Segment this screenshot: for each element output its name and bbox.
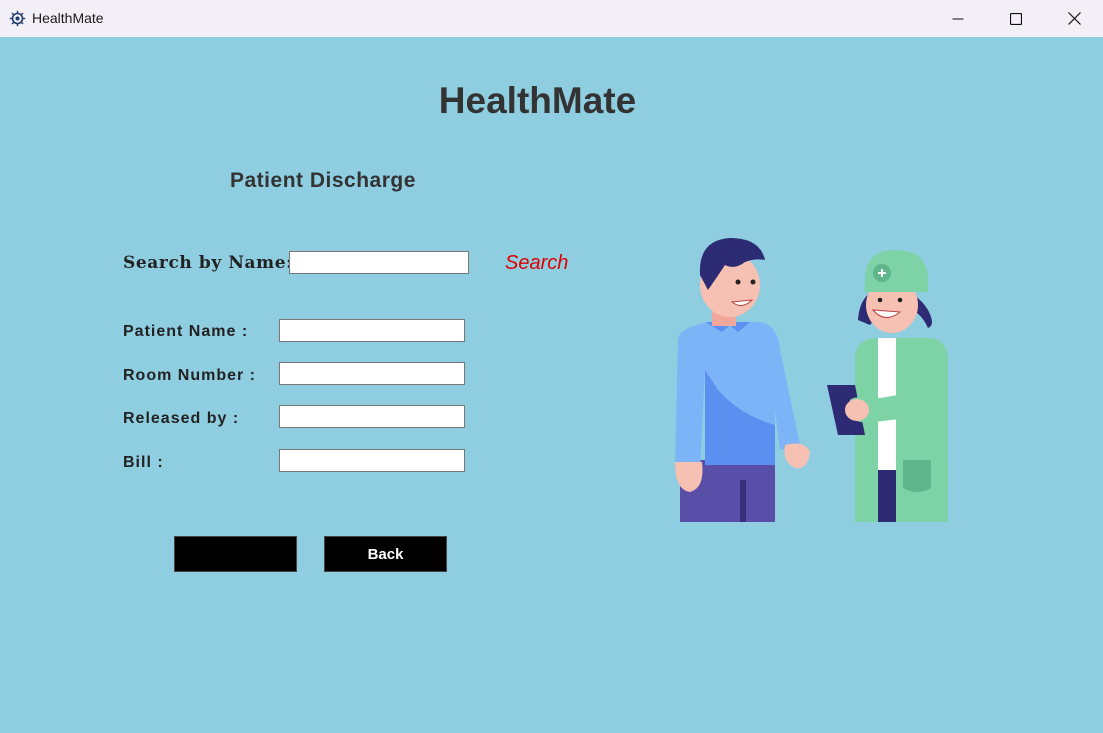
released-by-field[interactable] xyxy=(279,405,465,428)
close-button[interactable] xyxy=(1045,0,1103,37)
released-by-label: Released by : xyxy=(123,410,240,427)
maximize-icon xyxy=(1010,12,1022,25)
title-bar: HealthMate xyxy=(0,0,1103,37)
section-title: Patient Discharge xyxy=(230,169,416,192)
patient-figure xyxy=(675,238,810,522)
room-number-label: Room Number : xyxy=(123,367,256,384)
room-number-field[interactable] xyxy=(279,362,465,385)
minimize-button[interactable] xyxy=(929,0,987,37)
window-title: HealthMate xyxy=(32,10,104,26)
patient-name-label: Patient Name : xyxy=(123,323,249,340)
patient-name-field[interactable] xyxy=(279,319,465,342)
bill-field[interactable] xyxy=(279,449,465,472)
patient-and-nurse-illustration xyxy=(675,238,948,522)
maximize-button[interactable] xyxy=(987,0,1045,37)
search-label: Search by Name: xyxy=(123,253,294,273)
nurse-figure xyxy=(827,250,948,522)
bill-label: Bill : xyxy=(123,454,164,471)
minimize-icon xyxy=(952,18,964,19)
back-button[interactable]: Back xyxy=(324,536,447,572)
discharge-button[interactable] xyxy=(174,536,297,572)
app-heading: HealthMate xyxy=(0,80,1103,122)
search-input[interactable] xyxy=(289,251,469,274)
close-icon xyxy=(1067,12,1081,25)
search-button[interactable]: Search xyxy=(505,252,568,275)
app-heading-text: HealthMate xyxy=(438,80,637,121)
app-icon xyxy=(9,10,26,27)
